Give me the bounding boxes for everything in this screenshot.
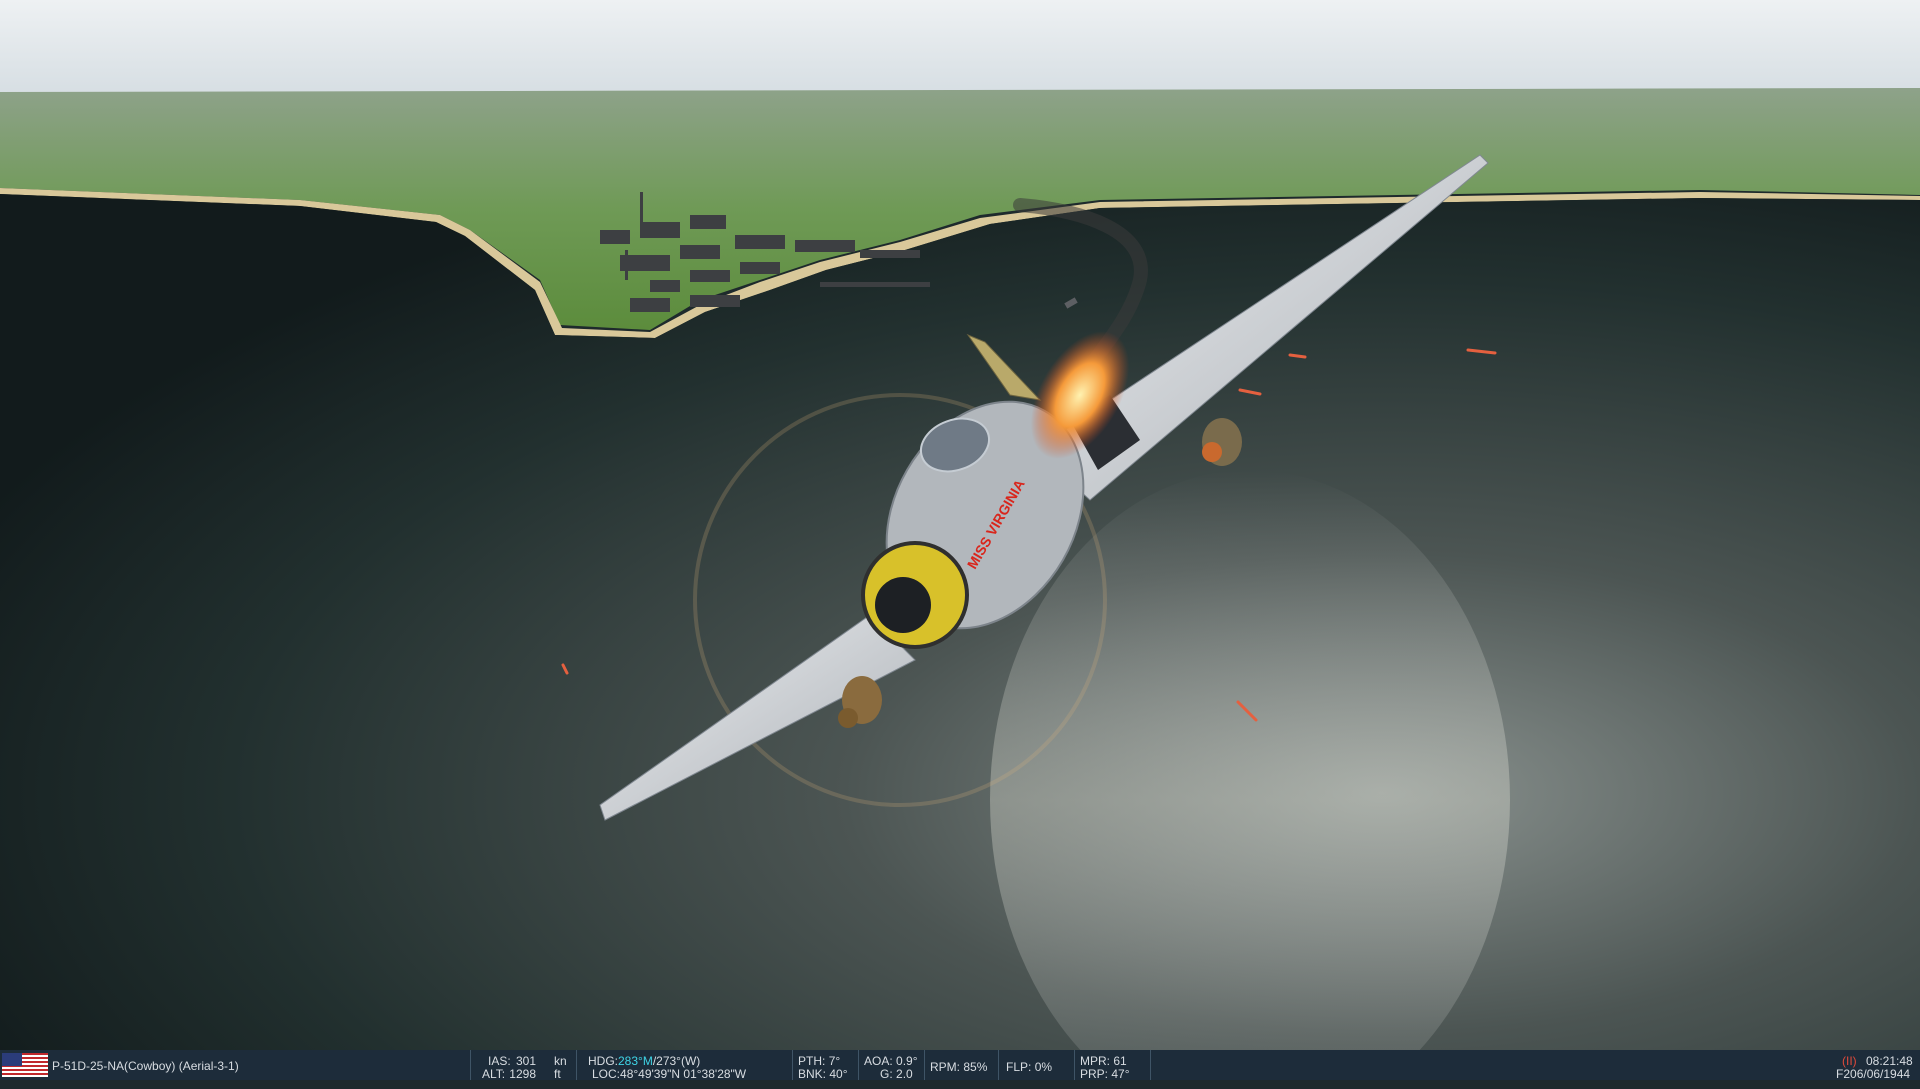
spinner xyxy=(875,577,931,633)
hdg-true: /273°(W) xyxy=(652,1054,701,1068)
mpr-label: MPR: xyxy=(1080,1054,1110,1068)
heading-location-group: HDG:283°M/273°(W) LOC:48°49'39"N 01°38'2… xyxy=(582,1050,792,1081)
ias-alt-group: IAS: 301 kn ALT: 1298 ft xyxy=(478,1050,568,1081)
ias-value: 301 xyxy=(515,1054,536,1068)
separator xyxy=(792,1050,793,1080)
flp-label: FLP: xyxy=(1006,1060,1032,1074)
aoa-g-group: AOA: 0.9° G: 2.0 xyxy=(862,1050,922,1081)
drop-tank-right-nose xyxy=(1202,442,1222,462)
flight-info-bar: P-51D-25-NA(Cowboy) (Aerial-3-1) IAS: 30… xyxy=(0,1050,1920,1081)
pth-label: PTH: xyxy=(798,1054,826,1068)
sky xyxy=(0,0,1920,100)
rpm-group: RPM: 85% xyxy=(928,1050,996,1080)
g-value: 2.0 xyxy=(896,1067,913,1081)
prp-value: 47° xyxy=(1111,1067,1130,1081)
separator xyxy=(998,1050,999,1080)
aircraft-name: P-51D-25-NA(Cowboy) (Aerial-3-1) xyxy=(52,1059,239,1073)
usa-flag-icon xyxy=(2,1053,48,1077)
rpm-label: RPM: xyxy=(930,1060,960,1074)
loc-label: LOC: xyxy=(592,1067,621,1081)
mpr-value: 61 xyxy=(1113,1054,1127,1068)
alt-label: ALT: xyxy=(482,1067,506,1081)
mpr-prp-group: MPR: 61 PRP: 47° xyxy=(1078,1050,1148,1081)
clock-group: (II) 08:21:48 F206/06/1944 xyxy=(1800,1050,1916,1081)
loc-value: 48°49'39"N 01°38'28"W xyxy=(620,1067,747,1081)
pitch-bank-group: PTH: 7° BNK: 40° xyxy=(796,1050,856,1081)
flaps-group: FLP: 0% xyxy=(1002,1050,1072,1080)
pause-indicator: (II) xyxy=(1842,1054,1857,1068)
bnk-label: BNK: xyxy=(798,1067,827,1081)
bnk-value: 40° xyxy=(829,1067,848,1081)
prp-label: PRP: xyxy=(1080,1067,1109,1081)
game-viewport[interactable]: MISS VIRGINIA xyxy=(0,0,1920,1050)
separator xyxy=(576,1050,577,1080)
ias-unit: kn xyxy=(554,1054,567,1068)
flp-value: 0% xyxy=(1034,1060,1053,1074)
date-value: 06/06/1944 xyxy=(1850,1067,1911,1081)
aoa-label: AOA: xyxy=(864,1054,893,1068)
separator xyxy=(858,1050,859,1080)
separator xyxy=(1150,1050,1151,1080)
separator xyxy=(1074,1050,1075,1080)
time-value: 08:21:48 xyxy=(1866,1054,1913,1068)
rpm-value: 85% xyxy=(963,1060,988,1074)
alt-unit: ft xyxy=(554,1067,561,1081)
separator xyxy=(470,1050,471,1080)
alt-value: 1298 xyxy=(509,1067,536,1081)
hdg-label: HDG: xyxy=(588,1054,618,1068)
drop-tank-left-nose xyxy=(838,708,858,728)
aoa-value: 0.9° xyxy=(896,1054,918,1068)
pth-value: 7° xyxy=(828,1054,841,1068)
ias-label: IAS: xyxy=(488,1054,511,1068)
hdg-magnetic: 283°M xyxy=(618,1054,653,1068)
separator xyxy=(924,1050,925,1080)
view-key: F2 xyxy=(1836,1067,1851,1081)
g-label: G: xyxy=(880,1067,893,1081)
